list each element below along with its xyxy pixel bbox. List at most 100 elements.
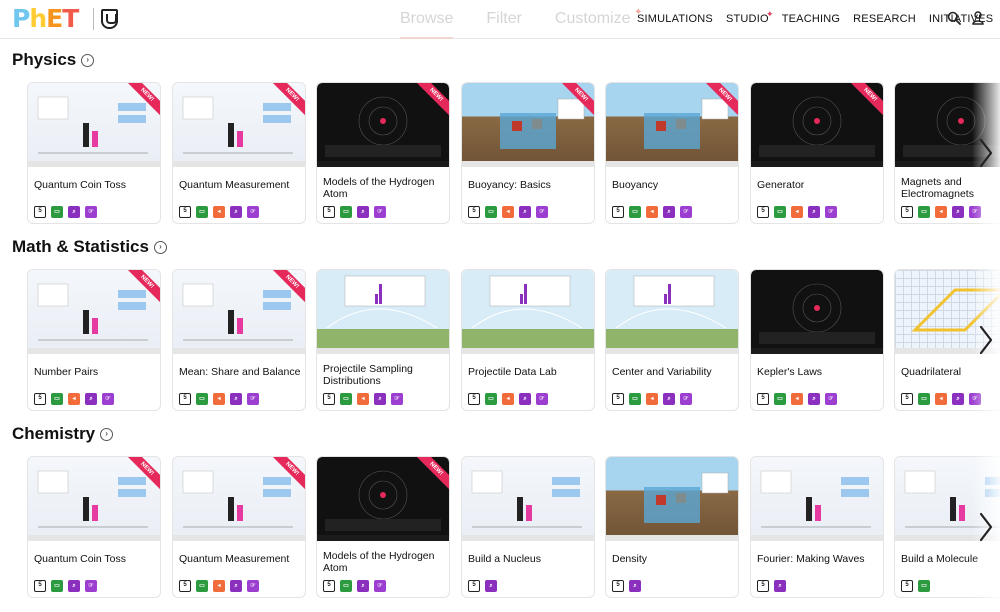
html5-icon: 5 xyxy=(757,206,769,218)
sim-card[interactable]: Projectile Sampling Distributions 5 ▭ ◂ ⌕ ☞ xyxy=(316,269,450,411)
voicing-icon: ◂ xyxy=(357,393,369,405)
interactive-description-icon: ▭ xyxy=(51,580,63,592)
sim-title[interactable]: Build a Nucleus xyxy=(468,553,590,565)
sim-thumbnail[interactable]: NEW! xyxy=(751,83,883,167)
sim-thumbnail[interactable] xyxy=(606,457,738,541)
sim-thumbnail[interactable]: NEW! xyxy=(28,270,160,354)
sim-navbar-preview xyxy=(751,348,883,354)
sim-thumbnail[interactable]: NEW! xyxy=(317,83,449,167)
sim-title[interactable]: Buoyancy: Basics xyxy=(468,179,590,191)
pan-zoom-icon: ⌕ xyxy=(808,206,820,218)
phet-logo[interactable]: PhET xyxy=(12,5,79,33)
carousel-next-arrow-icon[interactable] xyxy=(978,325,994,355)
html5-icon: 5 xyxy=(323,393,335,405)
sim-card[interactable]: NEW! Quantum Coin Toss 5 ▭ ⌕ ☞ xyxy=(27,456,161,598)
sim-card[interactable]: Build a Nucleus 5 ⌕ xyxy=(461,456,595,598)
sim-thumbnail[interactable]: NEW! xyxy=(28,83,160,167)
sim-card[interactable]: NEW! Quantum Coin Toss 5 ▭ ⌕ ☞ xyxy=(27,82,161,224)
alt-input-icon: ☞ xyxy=(536,206,548,218)
sim-thumbnail[interactable]: NEW! xyxy=(173,270,305,354)
sim-title[interactable]: Fourier: Making Waves xyxy=(757,553,879,565)
sim-title[interactable]: Number Pairs xyxy=(34,366,156,378)
section-title-math[interactable]: Math & Statistics › xyxy=(12,237,167,257)
sim-title[interactable]: Models of the Hydrogen Atom xyxy=(323,550,445,574)
sim-title[interactable]: Quantum Coin Toss xyxy=(34,553,156,565)
sim-thumbnail[interactable] xyxy=(751,457,883,541)
sim-thumbnail[interactable]: NEW! xyxy=(28,457,160,541)
sim-card[interactable]: NEW! Quantum Measurement 5 ▭ ◂ ⌕ ☞ xyxy=(172,82,306,224)
tab-browse[interactable]: Browse xyxy=(400,9,454,39)
sim-thumbnail[interactable]: NEW! xyxy=(173,457,305,541)
sim-card[interactable]: Density 5 ⌕ xyxy=(605,456,739,598)
user-icon[interactable] xyxy=(972,11,984,25)
sim-navbar-preview xyxy=(751,535,883,541)
section-title-physics[interactable]: Physics › xyxy=(12,50,95,70)
sim-title[interactable]: Quantum Coin Toss xyxy=(34,179,156,191)
pan-zoom-icon: ⌕ xyxy=(629,580,641,592)
nav-teaching[interactable]: TEACHING xyxy=(782,12,840,26)
nav-studio[interactable]: STUDIO ✦ xyxy=(726,9,774,26)
sim-card[interactable]: Projectile Data Lab 5 ▭ ◂ ⌕ ☞ xyxy=(461,269,595,411)
html5-icon: 5 xyxy=(757,393,769,405)
section-title-label: Math & Statistics xyxy=(12,237,149,256)
voicing-icon: ◂ xyxy=(791,206,803,218)
sim-title[interactable]: Mean: Share and Balance xyxy=(179,366,301,378)
pan-zoom-icon: ⌕ xyxy=(85,393,97,405)
carousel-next-arrow-icon[interactable] xyxy=(978,138,994,168)
voicing-icon: ◂ xyxy=(646,206,658,218)
sim-card[interactable]: Center and Variability 5 ▭ ◂ ⌕ ☞ xyxy=(605,269,739,411)
sim-card[interactable]: NEW! Quantum Measurement 5 ▭ ◂ ⌕ ☞ xyxy=(172,456,306,598)
sim-card[interactable]: NEW! Buoyancy 5 ▭ ◂ ⌕ ☞ xyxy=(605,82,739,224)
main-nav: SIMULATIONS STUDIO ✦ TEACHING RESEARCH IN… xyxy=(637,9,1000,26)
sim-thumbnail[interactable]: NEW! xyxy=(462,83,594,167)
sim-title[interactable]: Models of the Hydrogen Atom xyxy=(323,176,445,200)
cu-boulder-logo[interactable] xyxy=(101,9,118,29)
sim-preview-graphic xyxy=(760,470,871,528)
sim-card[interactable]: Kepler's Laws 5 ▭ ◂ ⌕ ☞ xyxy=(750,269,884,411)
sim-card[interactable]: NEW! Generator 5 ▭ ◂ ⌕ ☞ xyxy=(750,82,884,224)
sim-thumbnail[interactable]: NEW! xyxy=(317,457,449,541)
sim-title[interactable]: Center and Variability xyxy=(612,366,734,378)
sim-title[interactable]: Projectile Sampling Distributions xyxy=(323,363,445,387)
tab-customize[interactable]: Customize ✦ xyxy=(555,7,643,39)
pan-zoom-icon: ⌕ xyxy=(952,206,964,218)
sim-carousel-math: NEW! Number Pairs 5 ▭ ◂ ⌕ ☞ NEW! Mean: Share and… xyxy=(27,269,1000,411)
sim-card[interactable]: NEW! Models of the Hydrogen Atom 5 ▭ ⌕ ☞ xyxy=(316,456,450,598)
carousel-next-arrow-icon[interactable] xyxy=(978,512,994,542)
sim-title[interactable]: Projectile Data Lab xyxy=(468,366,590,378)
sim-card[interactable]: NEW! Models of the Hydrogen Atom 5 ▭ ⌕ ☞ xyxy=(316,82,450,224)
search-icon[interactable] xyxy=(947,11,961,25)
voicing-icon: ◂ xyxy=(502,206,514,218)
sim-navbar-preview xyxy=(28,535,160,541)
section-title-chemistry[interactable]: Chemistry › xyxy=(12,424,114,444)
sim-thumbnail[interactable]: NEW! xyxy=(606,83,738,167)
sim-title[interactable]: Generator xyxy=(757,179,879,191)
nav-simulations[interactable]: SIMULATIONS xyxy=(637,12,713,26)
alt-input-icon: ☞ xyxy=(102,393,114,405)
sim-thumbnail[interactable] xyxy=(751,270,883,354)
interactive-description-icon: ▭ xyxy=(340,393,352,405)
sim-card[interactable]: Fourier: Making Waves 5 ⌕ xyxy=(750,456,884,598)
sparkle-icon: ✦ xyxy=(765,9,774,19)
sim-title[interactable]: Buoyancy xyxy=(612,179,734,191)
sim-feature-icons: 5 ▭ xyxy=(901,580,930,592)
sim-thumbnail[interactable]: NEW! xyxy=(173,83,305,167)
sim-title[interactable]: Quantum Measurement xyxy=(179,179,301,191)
sim-title[interactable]: Quantum Measurement xyxy=(179,553,301,565)
sim-thumbnail[interactable] xyxy=(462,270,594,354)
sim-thumbnail[interactable] xyxy=(606,270,738,354)
interactive-description-icon: ▭ xyxy=(918,393,930,405)
sim-card[interactable]: NEW! Number Pairs 5 ▭ ◂ ⌕ ☞ xyxy=(27,269,161,411)
sim-card[interactable]: NEW! Mean: Share and Balance 5 ▭ ◂ ⌕ ☞ xyxy=(172,269,306,411)
pan-zoom-icon: ⌕ xyxy=(68,206,80,218)
alt-input-icon: ☞ xyxy=(536,393,548,405)
tab-filter[interactable]: Filter xyxy=(486,9,522,39)
nav-research[interactable]: RESEARCH xyxy=(853,12,916,26)
sim-title[interactable]: Kepler's Laws xyxy=(757,366,879,378)
sim-title[interactable]: Density xyxy=(612,553,734,565)
html5-icon: 5 xyxy=(323,580,335,592)
sim-feature-icons: 5 ▭ ⌕ ☞ xyxy=(323,580,386,592)
sim-thumbnail[interactable] xyxy=(462,457,594,541)
sim-thumbnail[interactable] xyxy=(317,270,449,354)
sim-card[interactable]: NEW! Buoyancy: Basics 5 ▭ ◂ ⌕ ☞ xyxy=(461,82,595,224)
